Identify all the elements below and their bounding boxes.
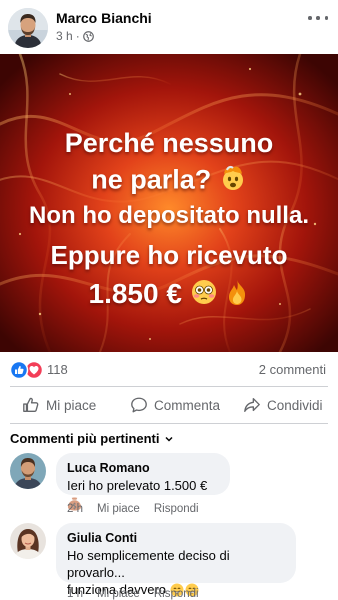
reaction-icons[interactable] xyxy=(9,360,44,380)
share-label: Condividi xyxy=(267,397,323,413)
comment-reply-link[interactable]: Rispondi xyxy=(154,503,199,515)
share-arrow-icon xyxy=(244,398,260,412)
comment-bubble-icon xyxy=(131,397,147,413)
commenter-name[interactable]: Giulia Conti xyxy=(67,530,285,547)
comment-time[interactable]: 2 h xyxy=(67,503,83,515)
comment-like-link[interactable]: Mi piace xyxy=(97,588,140,600)
comment-text-line1: Ho semplicemente deciso di provarlo... xyxy=(67,548,230,580)
exploding-head-emoji xyxy=(219,164,247,199)
comment-meta: 1 h Mi piace Rispondi xyxy=(67,588,199,600)
like-button[interactable]: Mi piace xyxy=(22,387,96,423)
comment-reply-link[interactable]: Rispondi xyxy=(154,588,199,600)
commenter-avatar[interactable] xyxy=(10,453,46,489)
comments-filter[interactable]: Commenti più pertinenti xyxy=(10,431,174,446)
author-name[interactable]: Marco Bianchi xyxy=(56,10,152,26)
image-headline-line1: Perché nessuno xyxy=(64,128,274,158)
share-button[interactable]: Condividi xyxy=(243,387,323,423)
divider xyxy=(10,423,328,424)
reactions-summary: 118 2 commenti xyxy=(0,352,338,386)
fire-emoji xyxy=(225,278,249,313)
image-headline-line5: 1.850 € xyxy=(0,278,338,313)
comment-count[interactable]: 2 commenti xyxy=(259,362,326,377)
thumbs-up-icon xyxy=(23,397,39,412)
comment-like-link[interactable]: Mi piace xyxy=(97,503,140,515)
post-time[interactable]: 3 h xyxy=(56,29,73,43)
reaction-count[interactable]: 118 xyxy=(47,362,68,377)
comment-meta: 2 h Mi piace Rispondi xyxy=(67,503,199,515)
meta-separator: · xyxy=(75,29,80,43)
more-options-button[interactable] xyxy=(308,10,328,26)
comment-bubble: Luca Romano Ieri ho prelevato 1.500 € $ xyxy=(56,453,230,511)
comment-time[interactable]: 1 h xyxy=(67,588,83,600)
post-image[interactable]: Perché nessuno ne parla? Non ho deposita… xyxy=(0,54,338,352)
comments-filter-label: Commenti più pertinenti xyxy=(10,431,160,446)
post-header: Marco Bianchi 3 h · xyxy=(0,0,338,54)
image-headline-line2: ne parla? xyxy=(0,164,338,199)
commenter-name[interactable]: Luca Romano xyxy=(67,460,219,477)
comment-label: Commenta xyxy=(154,397,221,413)
image-headline-line3: Non ho depositato nulla. xyxy=(29,202,309,229)
post-meta: 3 h · xyxy=(56,29,94,43)
chevron-down-icon xyxy=(164,436,173,442)
flushed-face-emoji xyxy=(190,278,218,313)
post-actions: Mi piace Commenta Condividi xyxy=(0,387,338,423)
commenter-avatar[interactable] xyxy=(10,523,46,559)
comment-bubble: Giulia Conti Ho semplicemente deciso di … xyxy=(56,523,296,597)
like-icon xyxy=(9,360,29,380)
comment-button[interactable]: Commenta xyxy=(130,387,220,423)
image-headline-line4: Eppure ho ricevuto xyxy=(50,240,288,270)
more-dots-icon xyxy=(308,16,312,20)
like-label: Mi piace xyxy=(46,397,97,413)
globe-icon xyxy=(82,30,94,42)
author-avatar[interactable] xyxy=(8,8,48,48)
